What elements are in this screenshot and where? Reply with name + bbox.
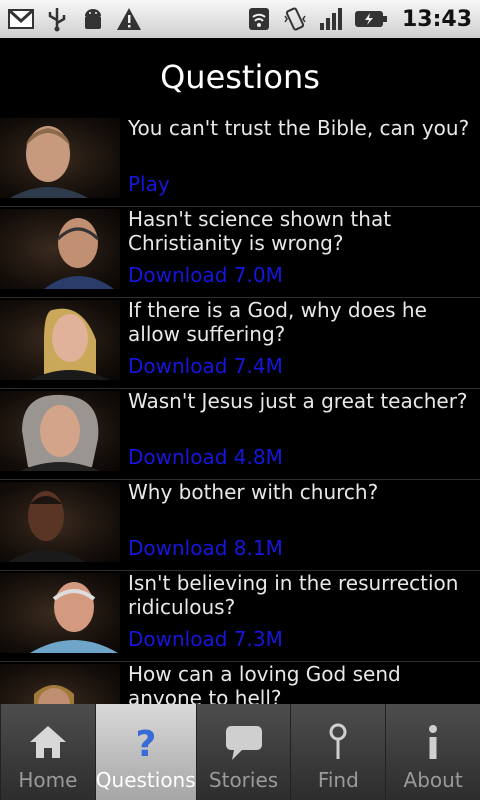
- tab-about[interactable]: About: [385, 704, 480, 800]
- status-bar: 13:43: [0, 0, 480, 38]
- usb-icon: [48, 8, 66, 32]
- question-text: How can a loving God send anyone to hell…: [128, 662, 401, 704]
- svg-text:?: ?: [135, 724, 156, 762]
- speaker-thumbnail: [0, 118, 120, 198]
- page-title: Questions: [0, 38, 480, 116]
- tab-label: Questions: [95, 768, 196, 792]
- list-item[interactable]: If there is a God, why does he allow suf…: [0, 298, 480, 389]
- clock: 13:43: [401, 6, 472, 32]
- info-icon: [429, 725, 438, 759]
- tab-find[interactable]: Find: [290, 704, 386, 800]
- download-link[interactable]: Download 7.4M: [128, 354, 283, 378]
- question-text: Hasn't science shown that Christianity i…: [128, 207, 392, 255]
- speaker-thumbnail: [0, 573, 120, 653]
- wifi-icon: [248, 8, 269, 30]
- question-text: You can't trust the Bible, can you?: [128, 116, 470, 140]
- warning-icon: [117, 8, 141, 30]
- speaker-thumbnail: [0, 482, 120, 562]
- list-item[interactable]: Isn't believing in the resurrection ridi…: [0, 571, 480, 662]
- list-item[interactable]: Wasn't Jesus just a great teacher? Downl…: [0, 389, 480, 480]
- question-icon: ?: [135, 724, 156, 762]
- battery-icon: [354, 11, 387, 27]
- tab-home[interactable]: Home: [0, 704, 95, 800]
- gmail-icon: [8, 9, 34, 29]
- speaker-thumbnail: [0, 209, 120, 289]
- home-icon: [29, 726, 66, 758]
- questions-list: You can't trust the Bible, can you? Play…: [0, 116, 480, 704]
- android-debug-icon: [85, 9, 101, 29]
- question-text: Isn't believing in the resurrection ridi…: [128, 571, 459, 619]
- system-icons: 13:43: [246, 6, 472, 32]
- speaker-thumbnail: [0, 391, 120, 471]
- list-item[interactable]: How can a loving God send anyone to hell…: [0, 662, 480, 704]
- signal-icon: [319, 8, 342, 30]
- question-text: Wasn't Jesus just a great teacher?: [128, 389, 468, 413]
- tab-label: Find: [317, 768, 359, 792]
- tab-label: About: [403, 768, 463, 792]
- question-text: Why bother with church?: [128, 480, 379, 504]
- list-item[interactable]: Hasn't science shown that Christianity i…: [0, 207, 480, 298]
- play-link[interactable]: Play: [128, 172, 170, 196]
- speaker-thumbnail: [0, 300, 120, 380]
- tab-label: Stories: [208, 768, 279, 792]
- question-text: If there is a God, why does he allow suf…: [128, 298, 427, 346]
- speech-bubble-icon: [225, 726, 262, 760]
- download-link[interactable]: Download 7.3M: [128, 627, 283, 651]
- tab-questions[interactable]: ? Questions: [94, 704, 196, 800]
- download-link[interactable]: Download 8.1M: [128, 536, 283, 560]
- download-link[interactable]: Download 7.0M: [128, 263, 283, 287]
- vibrate-icon: [284, 7, 306, 31]
- download-link[interactable]: Download 4.8M: [128, 445, 283, 469]
- list-item[interactable]: You can't trust the Bible, can you? Play: [0, 116, 480, 207]
- tab-bar: Home ? Questions Stories Find About: [0, 704, 480, 800]
- map-pin-icon: [329, 723, 347, 759]
- notification-icons: [8, 6, 142, 32]
- list-item[interactable]: Why bother with church? Download 8.1M: [0, 480, 480, 571]
- tab-label: Home: [18, 768, 78, 792]
- tab-stories[interactable]: Stories: [195, 704, 291, 800]
- speaker-thumbnail: [0, 664, 120, 704]
